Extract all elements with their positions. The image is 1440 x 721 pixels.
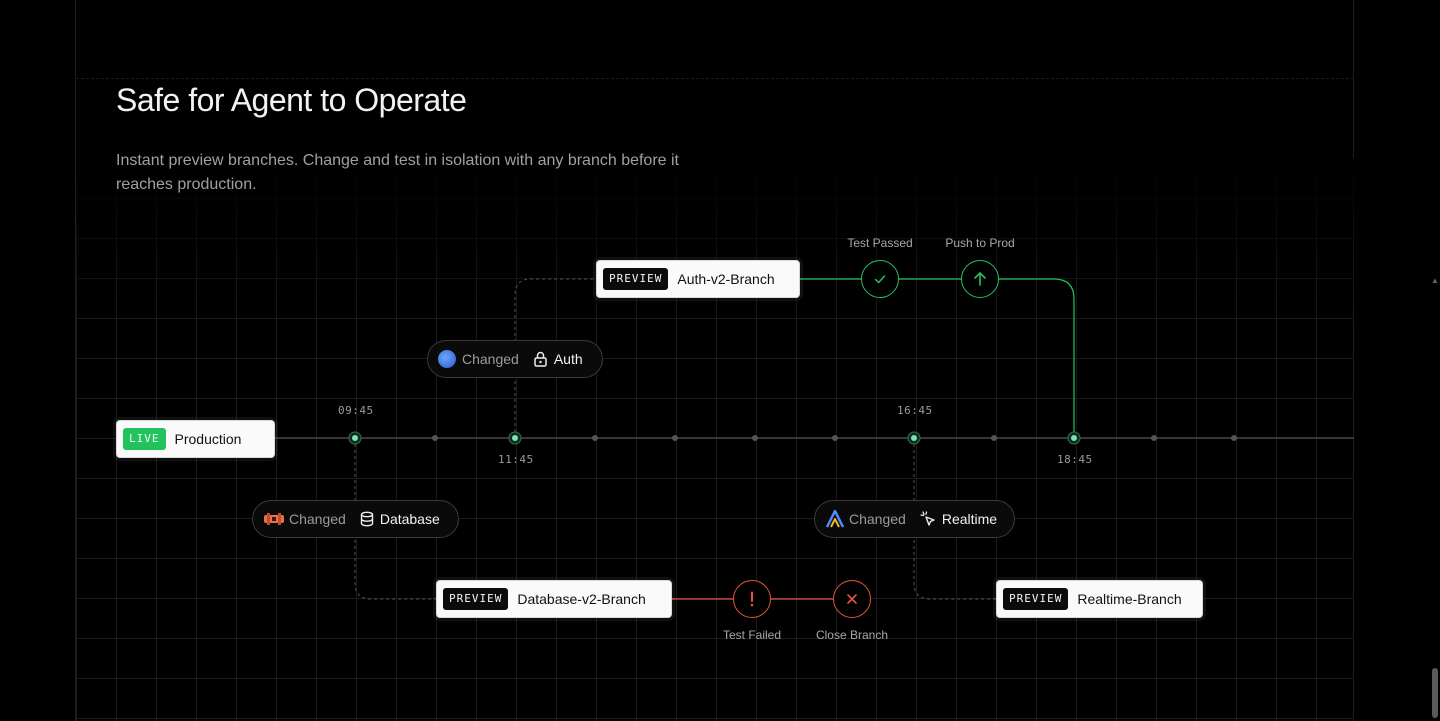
resource-label: Auth — [553, 351, 583, 367]
change-pill-database[interactable]: Changed Database — [252, 500, 459, 538]
close-branch-label: Close Branch — [815, 628, 889, 642]
time-label: 16:45 — [897, 404, 933, 417]
time-label: 09:45 — [338, 404, 374, 417]
production-card[interactable]: LIVE Production — [116, 420, 275, 458]
production-label: Production — [174, 431, 242, 447]
database-branch-card[interactable]: PREVIEW Database-v2-Branch — [436, 580, 672, 618]
branch-label: Database-v2-Branch — [517, 591, 646, 607]
realtime-branch-card[interactable]: PREVIEW Realtime-Branch — [996, 580, 1203, 618]
exclamation-icon — [750, 591, 754, 607]
changed-label: Changed — [849, 511, 906, 527]
close-branch-node[interactable] — [833, 580, 871, 618]
resource-label: Realtime — [941, 511, 998, 527]
test-failed-node[interactable] — [733, 580, 771, 618]
agent-avatar-icon — [438, 350, 456, 368]
live-badge: LIVE — [123, 428, 166, 450]
change-pill-realtime[interactable]: Changed Realtime — [814, 500, 1015, 538]
resource-label: Database — [379, 511, 440, 527]
success-path — [800, 278, 1075, 438]
check-icon — [874, 275, 886, 284]
agent-logo-icon — [825, 510, 845, 528]
preview-badge: PREVIEW — [603, 268, 669, 290]
auth-branch-card[interactable]: PREVIEW Auth-v2-Branch — [596, 260, 800, 298]
close-icon — [847, 594, 857, 604]
lock-icon — [534, 351, 547, 367]
changed-label: Changed — [462, 351, 519, 367]
branch-label: Auth-v2-Branch — [677, 271, 775, 287]
timeline-graph — [275, 278, 1354, 600]
agent-logo-icon — [264, 513, 284, 525]
changed-label: Changed — [289, 511, 346, 527]
preview-badge: PREVIEW — [1003, 588, 1069, 610]
test-passed-label: Test Passed — [847, 236, 913, 250]
arrow-up-icon — [974, 272, 986, 286]
preview-badge: PREVIEW — [443, 588, 509, 610]
branch-label: Realtime-Branch — [1077, 591, 1182, 607]
test-passed-node[interactable] — [861, 260, 899, 298]
time-label: 11:45 — [498, 453, 534, 466]
scrollbar-thumb[interactable] — [1432, 668, 1438, 718]
change-pill-auth[interactable]: Changed Auth — [427, 340, 603, 378]
time-label: 18:45 — [1057, 453, 1093, 466]
database-icon — [360, 511, 374, 527]
test-failed-label: Test Failed — [722, 628, 782, 642]
push-to-prod-label: Push to Prod — [945, 236, 1015, 250]
push-to-prod-node[interactable] — [961, 260, 999, 298]
pointer-click-icon — [920, 511, 935, 526]
scroll-up-arrow-icon[interactable]: ▲ — [1431, 276, 1439, 285]
